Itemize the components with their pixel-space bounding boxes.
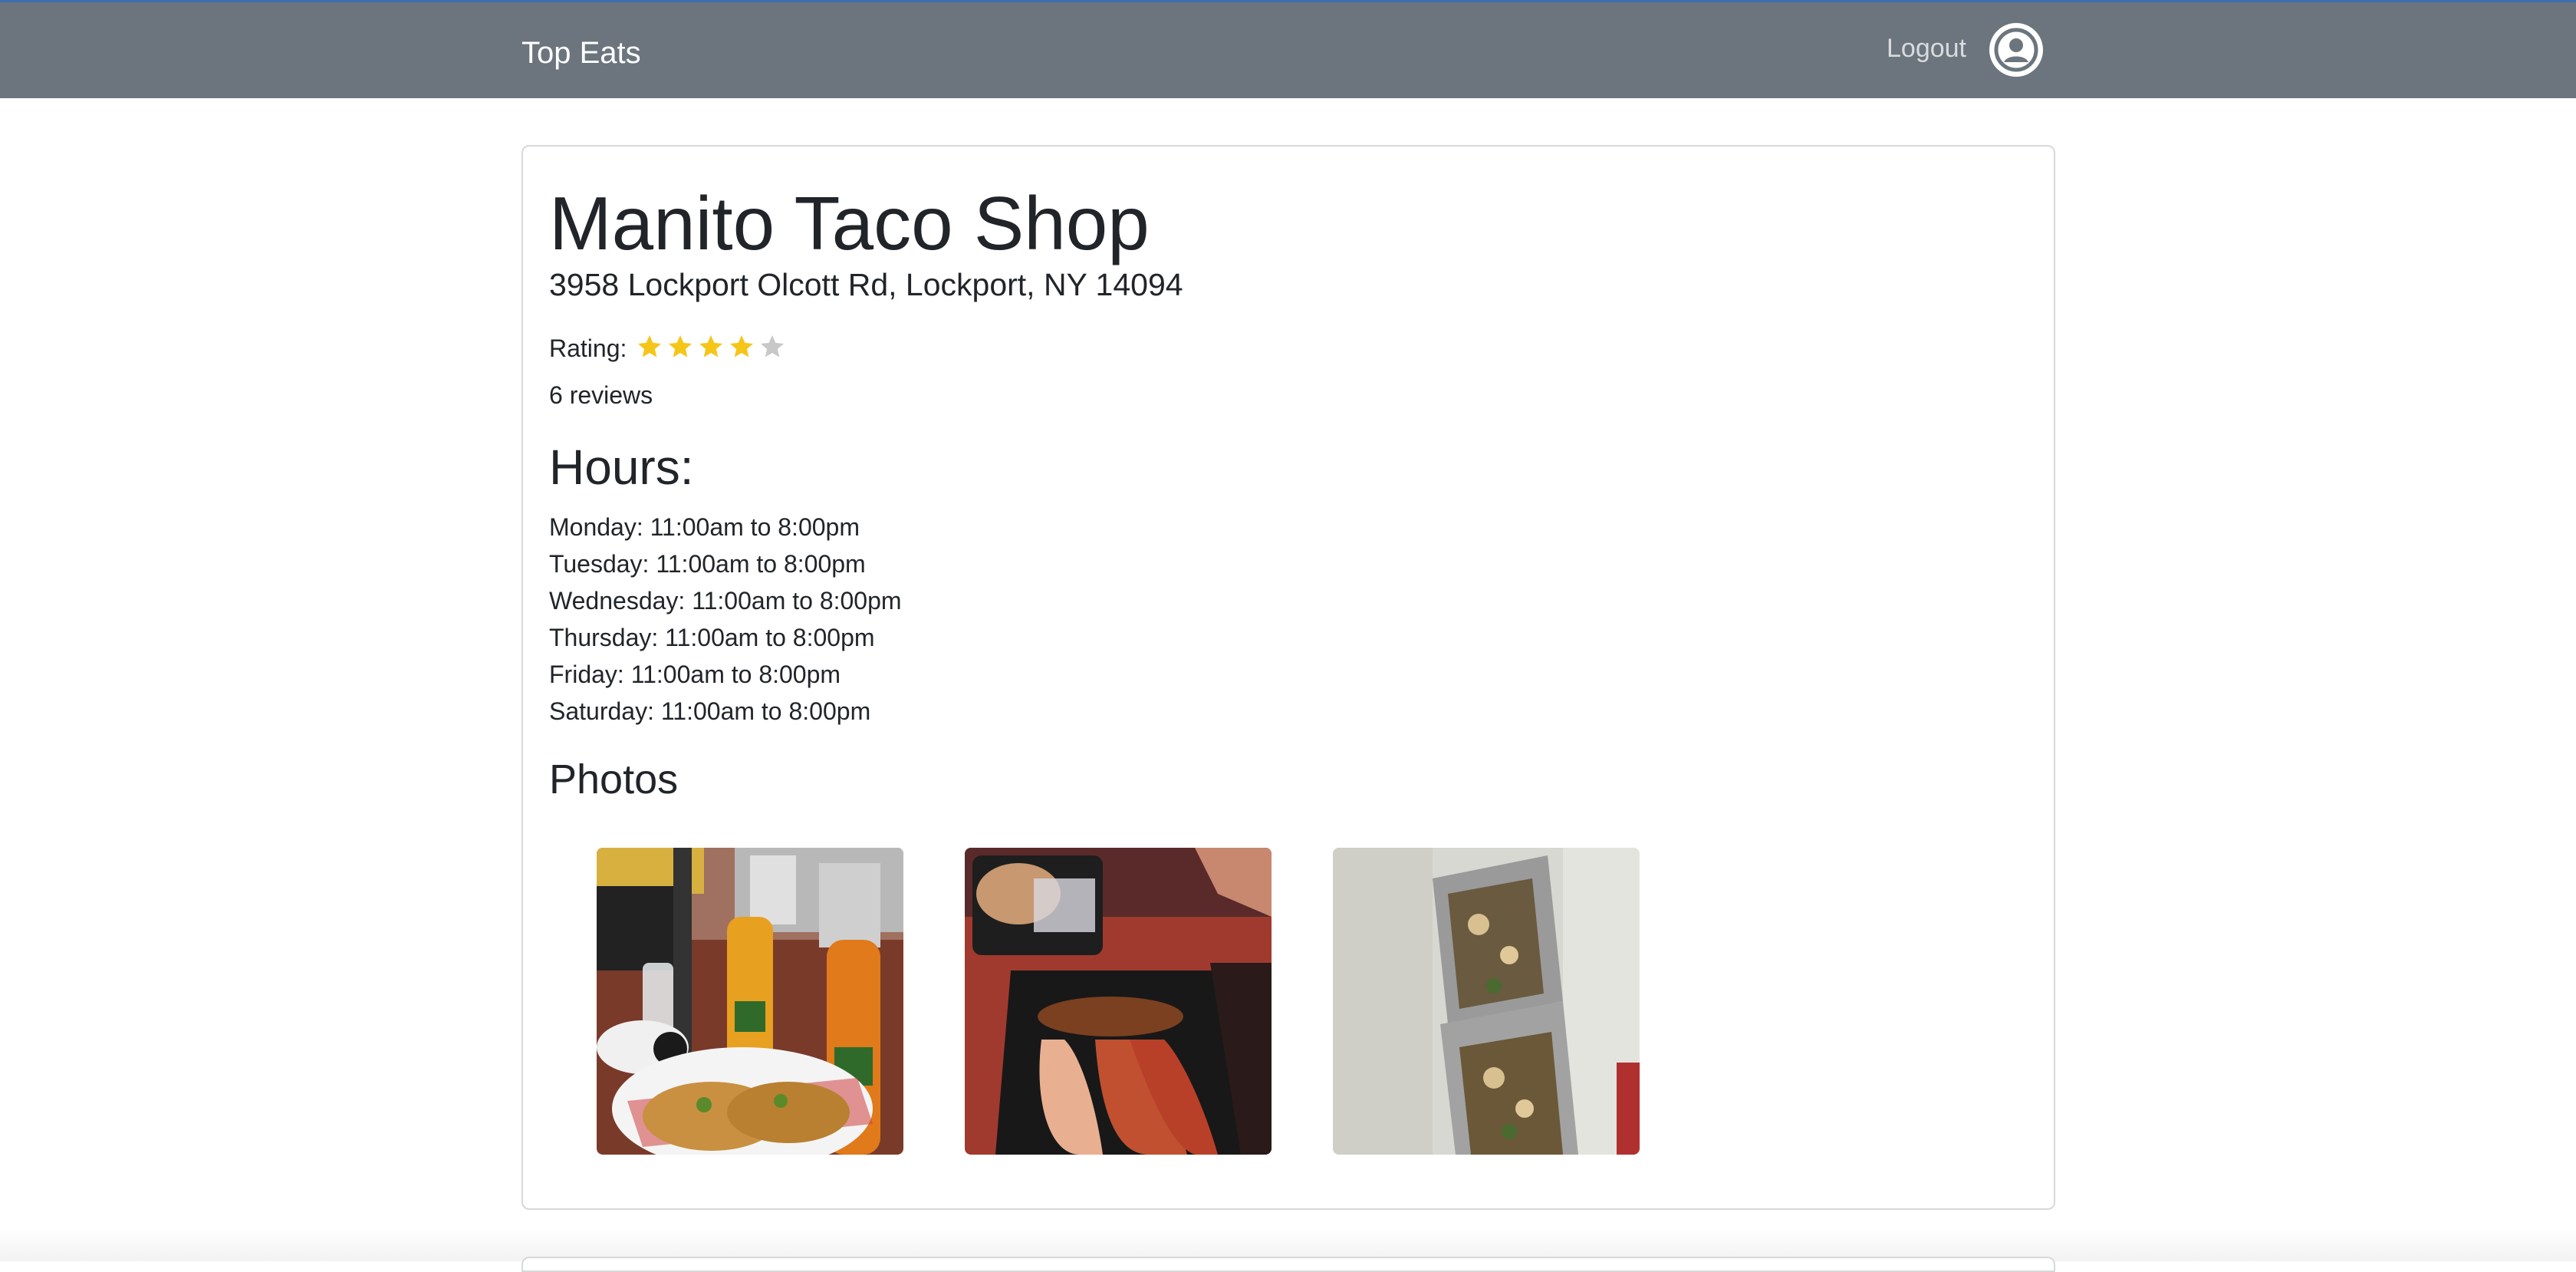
rating-row: Rating: — [549, 329, 789, 367]
rating-stars — [636, 333, 789, 364]
next-card-edge — [521, 1257, 2055, 1272]
photo-foil-wrapped-tacos[interactable] — [1333, 848, 1640, 1155]
restaurant-name: Manito Taco Shop — [549, 181, 1150, 265]
star-empty-icon — [761, 334, 785, 357]
rating-label: Rating: — [549, 334, 627, 362]
restaurant-address: 3958 Lockport Olcott Rd, Lockport, NY 14… — [549, 267, 1183, 302]
navbar: Top Eats Logout — [0, 0, 2576, 98]
photo-takeout-tacos[interactable] — [965, 848, 1272, 1155]
brand-link[interactable]: Top Eats — [521, 35, 641, 71]
hours-item: Thursday: 11:00am to 8:00pm — [549, 624, 875, 651]
hours-item: Monday: 11:00am to 8:00pm — [549, 513, 860, 541]
photos-heading: Photos — [549, 756, 679, 802]
star-filled-icon — [730, 334, 754, 357]
star-filled-icon — [638, 334, 662, 357]
logout-link[interactable]: Logout — [1887, 31, 1966, 65]
photo-tacos-and-drinks[interactable] — [597, 848, 903, 1155]
restaurant-card: Manito Taco Shop 3958 Lockport Olcott Rd… — [521, 145, 2055, 1210]
star-filled-icon — [669, 334, 693, 357]
hours-item: Wednesday: 11:00am to 8:00pm — [549, 587, 902, 615]
hours-item: Tuesday: 11:00am to 8:00pm — [549, 550, 866, 578]
hours-item: Friday: 11:00am to 8:00pm — [549, 661, 841, 688]
hours-heading: Hours: — [549, 440, 694, 495]
hours-list: Monday: 11:00am to 8:00pm Tuesday: 11:00… — [549, 509, 902, 730]
hours-item: Saturday: 11:00am to 8:00pm — [549, 697, 871, 725]
user-avatar-icon[interactable] — [1989, 23, 2043, 77]
review-count[interactable]: 6 reviews — [549, 378, 653, 412]
star-filled-icon — [699, 334, 723, 357]
